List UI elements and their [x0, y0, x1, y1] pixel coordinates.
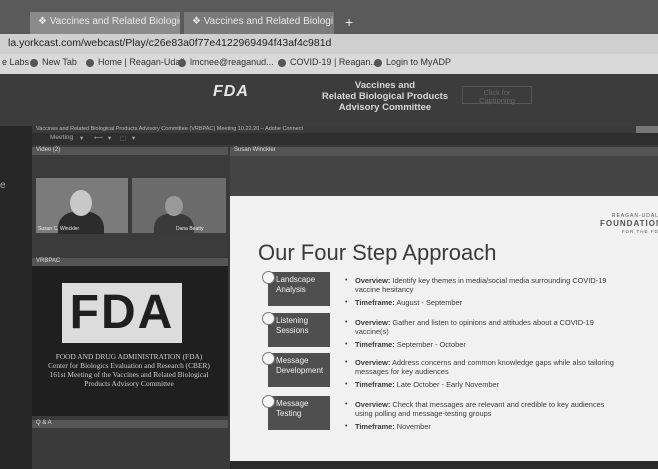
bookmark-new-tab[interactable]: New Tab — [30, 57, 77, 67]
tab-2-label: Vaccines and Related Biologi — [203, 16, 334, 27]
step-3-overview: • Overview: Address concerns and common k… — [345, 358, 614, 376]
participant-head — [165, 196, 183, 216]
share-pod-title: Susan Winckler — [234, 147, 276, 153]
share-pod-footer — [230, 461, 658, 469]
bookmark-labs[interactable]: e Labs — [2, 57, 29, 67]
step-3-timeframe: • Timeframe: Late October - Early Novembe… — [345, 380, 500, 389]
qa-pod-title: Q & A — [36, 420, 52, 426]
fda-meeting-text: FOOD AND DRUG ADMINISTRATION (FDA) Cente… — [48, 352, 210, 388]
reagan-udall-logo: REAGAN-UDALL FOUNDATION FOR THE FDA — [600, 213, 658, 234]
step-4-timeframe: • Timeframe: November — [345, 422, 431, 431]
captioning-button[interactable]: Click for Captioning — [462, 86, 532, 105]
share-pod-top — [230, 156, 658, 196]
bookmark-icon — [86, 58, 94, 67]
committee-title: Vaccines and Related Biological Products… — [321, 80, 449, 113]
slide-title: Our Four Step Approach — [258, 240, 497, 265]
video-pod-title: Video (2) — [36, 147, 61, 153]
video-pod-header — [32, 147, 228, 155]
step-2-timeframe: • Timeframe: September - October — [345, 340, 466, 349]
globe-icon — [30, 58, 38, 67]
tab-icon: ❖ — [38, 16, 50, 27]
qa-pod[interactable] — [32, 428, 228, 469]
step-circle — [262, 352, 275, 365]
cam2-name: Dana Beatty — [176, 226, 204, 232]
back-icon[interactable]: ⟵ — [94, 134, 103, 142]
step-landscape-analysis: Landscape Analysis — [268, 272, 330, 306]
step-1-timeframe: • Timeframe: August - September — [345, 298, 463, 307]
bookmark-covid[interactable]: COVID-19 | Reagan... — [278, 57, 378, 67]
step-4-overview: • Overview: Check that messages are relev… — [345, 400, 605, 418]
bookmark-home[interactable]: Home | Reagan-Udall — [86, 57, 184, 67]
chevron-down-icon[interactable]: ▾ — [132, 134, 135, 142]
share-pod-header — [230, 147, 658, 156]
tab-icon: ❖ — [192, 16, 204, 27]
qa-pod-header — [32, 420, 228, 428]
adp-icon — [374, 58, 382, 67]
step-message-development: Message Development — [268, 353, 330, 387]
bookmark-icon — [178, 58, 186, 67]
step-2-overview: • Overview: Gather and listen to opinions… — [345, 318, 594, 336]
bookmark-adp[interactable]: Login to MyADP — [374, 57, 451, 67]
chevron-down-icon[interactable]: ▾ — [80, 134, 83, 142]
step-message-testing: Message Testing — [268, 396, 330, 430]
presenter-head — [70, 190, 92, 216]
page-margin — [0, 126, 32, 469]
step-1-overview: • Overview: Identify key themes in media/… — [345, 276, 607, 294]
vrbpac-pod-title: VRBPAC — [36, 258, 61, 264]
new-tab-button[interactable]: + — [345, 14, 353, 30]
step-circle — [262, 312, 275, 325]
bookmark-icon — [278, 58, 286, 67]
step-listening-sessions: Listening Sessions — [268, 313, 330, 347]
url-text[interactable]: la.yorkcast.com/webcast/Play/c26e83a0f77… — [8, 37, 331, 49]
fda-logo-large: FDA — [62, 283, 182, 343]
browser-tab-2[interactable]: ❖ Vaccines and Related Biologi ◀× — [184, 12, 334, 34]
chevron-down-icon[interactable]: ▾ — [108, 134, 111, 142]
edge-glyph: e — [0, 180, 6, 191]
step-circle — [262, 271, 275, 284]
menu-meeting[interactable]: Meeting — [50, 134, 73, 141]
fda-logo: FDA — [213, 83, 249, 100]
cam1-name: Susan C. Winckler — [38, 226, 80, 232]
tab-1-label: Vaccines and Related Biological P — [49, 16, 180, 27]
connect-window-title: Vaccines and Related Biological Products… — [36, 126, 303, 132]
step-circle — [262, 395, 275, 408]
bookmark-email[interactable]: lmcnee@reaganud... — [178, 57, 274, 67]
browser-tab-1[interactable]: ❖ Vaccines and Related Biological P× — [30, 12, 180, 34]
layout-icon[interactable]: ⬚ — [120, 134, 126, 142]
vrbpac-pod-header — [32, 258, 228, 266]
